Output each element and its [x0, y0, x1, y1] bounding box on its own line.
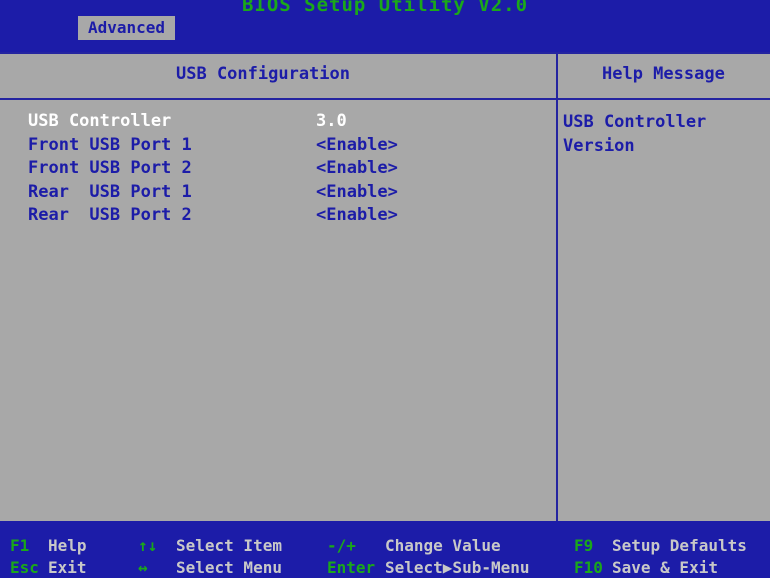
- top-bar: BIOS Setup Utility V2.0 Advanced: [0, 0, 770, 40]
- setting-value[interactable]: <Enable>: [316, 205, 398, 225]
- setting-label: USB Controller: [28, 111, 172, 131]
- arrow-left-right-icon: ↔: [138, 558, 148, 577]
- section-heading: USB Configuration: [176, 64, 350, 84]
- enter-desc: Select▶Sub-Menu: [385, 558, 530, 577]
- f10-desc: Save & Exit: [612, 558, 718, 577]
- help-text-line: USB Controller: [563, 112, 707, 132]
- tab-advanced[interactable]: Advanced: [78, 16, 175, 40]
- bios-title: BIOS Setup Utility V2.0: [241, 0, 529, 16]
- key-legend: F1 Help Esc Exit ↑↓ Select Item ↔ Select…: [0, 528, 770, 578]
- esc-key: Esc: [10, 558, 39, 577]
- f9-desc: Setup Defaults: [612, 536, 747, 555]
- help-message: USB Controller Version: [563, 111, 763, 158]
- enter-key: Enter: [327, 558, 376, 577]
- f1-desc: Help: [48, 536, 87, 555]
- updown-desc: Select Item: [176, 536, 282, 555]
- setting-label: Rear USB Port 1: [28, 181, 192, 202]
- setting-value: 3.0: [316, 111, 347, 131]
- header-divider: [0, 98, 770, 100]
- help-heading: Help Message: [602, 64, 725, 84]
- setting-label: Front USB Port 2: [28, 158, 192, 178]
- arrow-up-down-icon: ↑↓: [138, 536, 158, 555]
- setting-label: Front USB Port 1: [28, 134, 192, 155]
- leftright-desc: Select Menu: [176, 558, 282, 577]
- change-key: -/+: [327, 536, 356, 555]
- setting-value[interactable]: <Enable>: [316, 158, 398, 178]
- panel-top-border: [0, 52, 770, 54]
- esc-desc: Exit: [48, 558, 87, 577]
- setting-value[interactable]: <Enable>: [316, 135, 398, 155]
- panel-divider: [556, 52, 558, 521]
- f1-key: F1: [10, 536, 30, 555]
- bios-screen: BIOS Setup Utility V2.0 Advanced USB Con…: [0, 0, 770, 578]
- f10-key: F10: [574, 558, 603, 577]
- f9-key: F9: [574, 536, 594, 555]
- setting-label: Rear USB Port 2: [28, 205, 192, 225]
- help-text-line: Version: [563, 135, 635, 156]
- change-desc: Change Value: [385, 536, 501, 555]
- setting-value[interactable]: <Enable>: [316, 182, 398, 202]
